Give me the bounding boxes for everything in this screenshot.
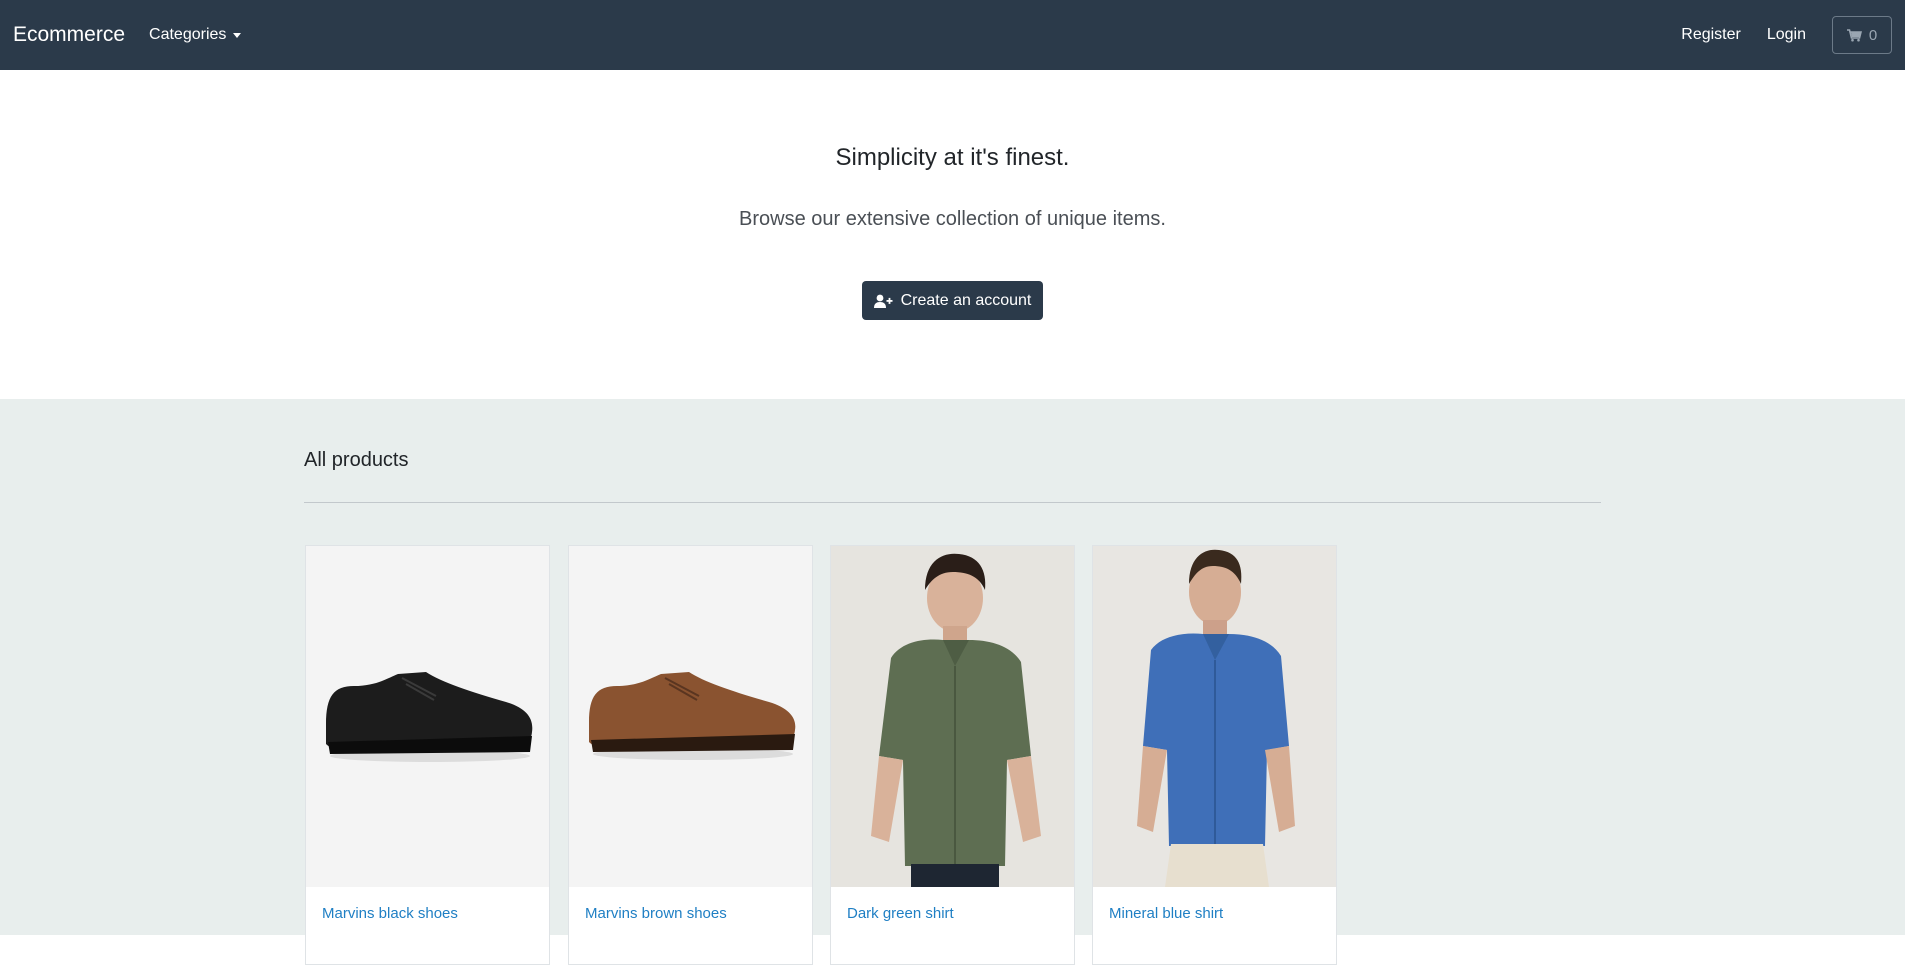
product-card[interactable]: Marvins brown shoes bbox=[568, 545, 813, 965]
caret-down-icon bbox=[233, 33, 242, 38]
categories-label: Categories bbox=[149, 26, 227, 43]
categories-dropdown[interactable]: Categories bbox=[149, 26, 242, 44]
brand-link[interactable]: Ecommerce bbox=[13, 23, 125, 47]
product-name-link[interactable]: Mineral blue shirt bbox=[1109, 905, 1223, 922]
hero-subtitle: Browse our extensive collection of uniqu… bbox=[739, 208, 1166, 230]
top-navbar: Ecommerce Categories Register Login 0 bbox=[0, 0, 1905, 70]
register-link[interactable]: Register bbox=[1681, 26, 1741, 44]
blue-shirt-icon bbox=[1093, 546, 1336, 887]
create-account-label: Create an account bbox=[900, 291, 1032, 309]
cart-button[interactable]: 0 bbox=[1832, 16, 1892, 54]
product-name-link[interactable]: Marvins black shoes bbox=[322, 905, 458, 922]
section-title: All products bbox=[304, 449, 409, 471]
nav-right: Register Login 0 bbox=[1655, 16, 1892, 54]
cart-count: 0 bbox=[1868, 26, 1878, 44]
login-link[interactable]: Login bbox=[1767, 26, 1806, 44]
section-divider bbox=[304, 502, 1601, 503]
shopping-cart-icon bbox=[1846, 28, 1862, 41]
product-name-link[interactable]: Dark green shirt bbox=[847, 905, 954, 922]
product-card[interactable]: Marvins black shoes bbox=[305, 545, 550, 965]
product-image[interactable] bbox=[1093, 546, 1336, 887]
product-image[interactable] bbox=[306, 546, 549, 887]
black-shoe-icon bbox=[326, 672, 533, 762]
product-image[interactable] bbox=[569, 546, 812, 887]
green-shirt-icon bbox=[831, 546, 1074, 887]
hero-title: Simplicity at it's finest. bbox=[835, 144, 1070, 171]
brown-shoe-icon bbox=[589, 672, 796, 760]
product-image[interactable] bbox=[831, 546, 1074, 887]
product-name-link[interactable]: Marvins brown shoes bbox=[585, 905, 727, 922]
create-account-button[interactable]: Create an account bbox=[862, 281, 1043, 320]
products-section: All products Marvins black shoes Marvins… bbox=[0, 399, 1905, 965]
hero-section: Simplicity at it's finest. Browse our ex… bbox=[0, 70, 1905, 399]
product-card[interactable]: Dark green shirt bbox=[830, 545, 1075, 965]
product-card[interactable]: Mineral blue shirt bbox=[1092, 545, 1337, 965]
user-plus-icon bbox=[873, 294, 893, 308]
